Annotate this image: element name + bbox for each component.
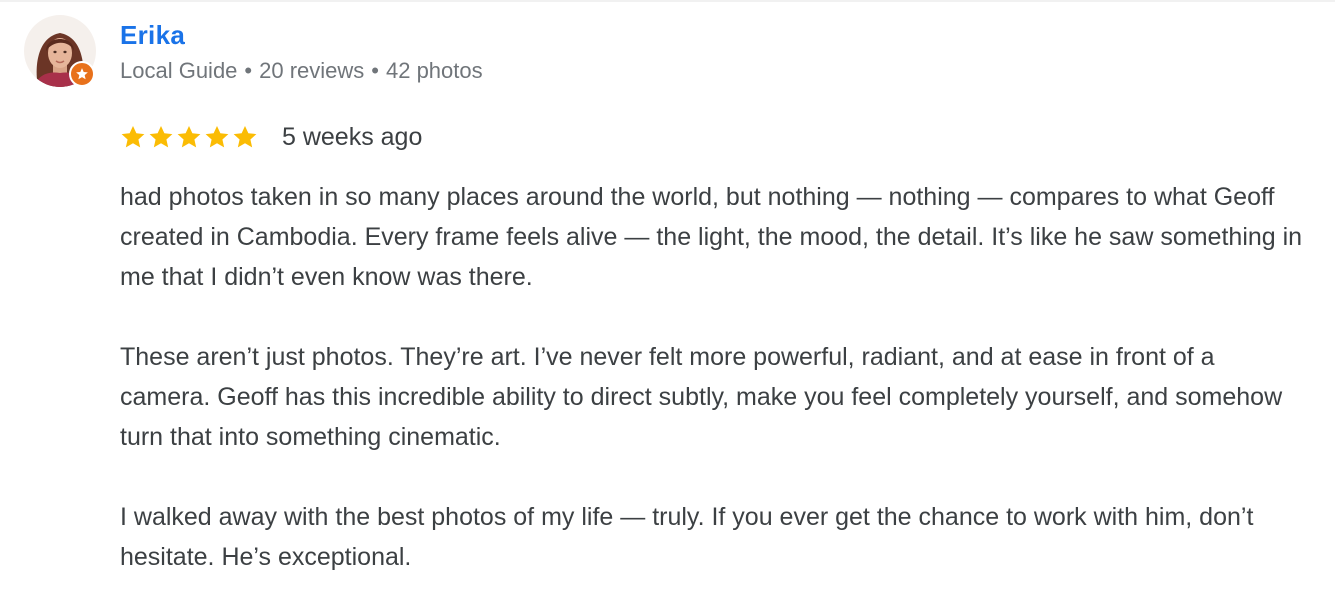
review-paragraph: I walked away with the best photos of my…: [120, 503, 1254, 571]
star-icon: [121, 125, 145, 148]
star-icon: [205, 125, 229, 148]
avatar[interactable]: [24, 15, 96, 87]
review-paragraph: had photos taken in so many places aroun…: [120, 183, 1303, 291]
local-guide-label: Local Guide: [120, 58, 238, 83]
star-rating: [120, 124, 260, 150]
star-icon: [149, 125, 173, 148]
review-date: 5 weeks ago: [282, 122, 423, 151]
local-guide-star-icon: [69, 61, 95, 87]
top-divider: [0, 0, 1335, 2]
photo-count: 42 photos: [385, 58, 483, 83]
reviewer-name[interactable]: Erika: [120, 20, 185, 51]
rating-row: 5 weeks ago: [120, 122, 422, 152]
star-icon: [233, 125, 257, 148]
meta-separator: •: [371, 58, 379, 83]
review-text: had photos taken in so many places aroun…: [120, 177, 1310, 577]
meta-separator: •: [244, 58, 253, 83]
star-icon: [177, 125, 201, 148]
review-paragraph: These aren’t just photos. They’re art. I…: [120, 343, 1283, 451]
reviewer-meta: Local Guide • 20 reviews • 42 photos: [120, 58, 483, 84]
review-count: 20 reviews: [259, 58, 365, 83]
